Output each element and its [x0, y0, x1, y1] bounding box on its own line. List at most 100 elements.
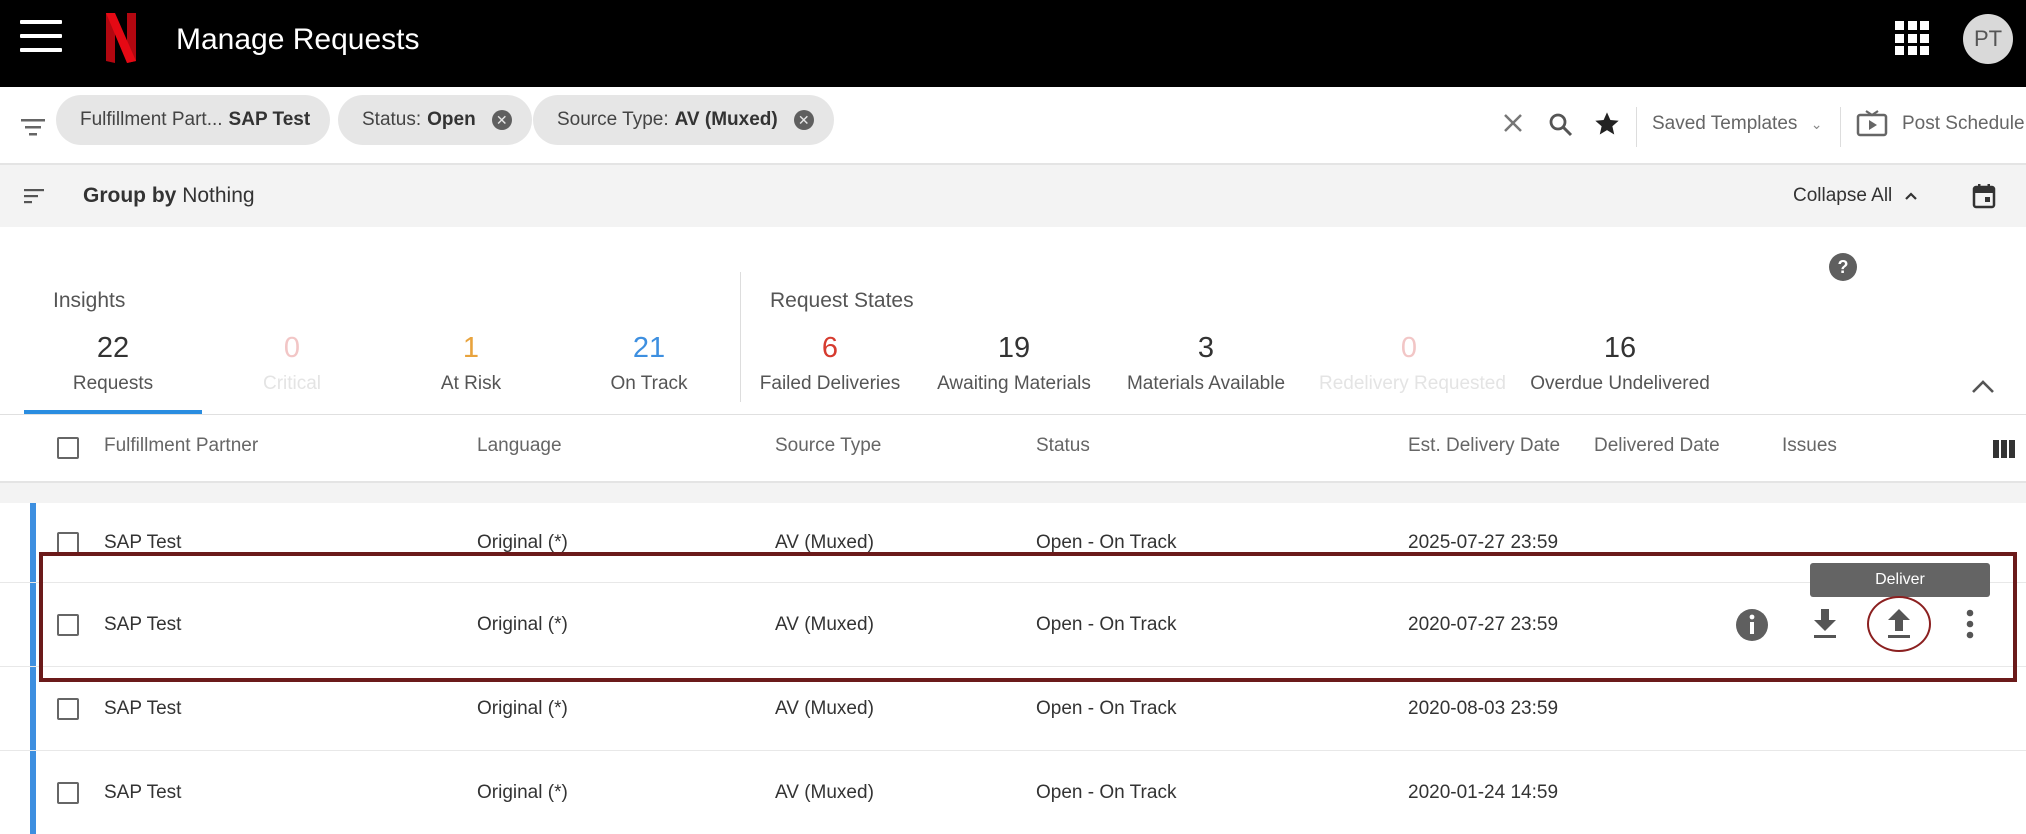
saved-templates-label: Saved Templates [1652, 113, 1798, 134]
filter-icon[interactable] [20, 117, 46, 137]
row-checkbox[interactable] [57, 532, 79, 554]
remove-chip-icon[interactable]: ✕ [491, 110, 512, 130]
cell-est-delivery-date: 2025-07-27 23:59 [1408, 532, 1559, 553]
column-header-status[interactable]: Status [1036, 435, 1090, 457]
metric-awaiting-materials[interactable]: 19 Awaiting Materials [924, 331, 1104, 395]
cell-fulfillment-partner: SAP Test [104, 532, 182, 553]
metric-label: Awaiting Materials [937, 373, 1091, 394]
table-header: Fulfillment Partner Language Source Type… [0, 415, 2026, 483]
row-checkbox[interactable] [57, 614, 79, 636]
help-icon[interactable]: ? [1829, 253, 1857, 281]
cell-est-delivery-date: 2020-01-24 14:59 [1408, 782, 1559, 803]
column-header-source-type[interactable]: Source Type [775, 435, 881, 457]
column-header-fulfillment-partner[interactable]: Fulfillment Partner [104, 435, 258, 457]
top-app-bar: Manage Requests PT [0, 0, 2026, 87]
chevron-up-icon[interactable] [1970, 377, 1996, 395]
row-checkbox[interactable] [57, 698, 79, 720]
post-schedule-button[interactable]: Post Schedule [1902, 113, 2025, 135]
cell-source-type: AV (Muxed) [775, 614, 874, 635]
column-header-issues[interactable]: Issues [1782, 435, 1837, 457]
metric-overdue-undelivered[interactable]: 16 Overdue Undelivered [1530, 331, 1710, 395]
cell-fulfillment-partner: SAP Test [104, 614, 182, 635]
tv-schedule-icon[interactable] [1856, 109, 1888, 139]
remove-chip-icon[interactable]: ✕ [793, 110, 814, 130]
collapse-all-button[interactable]: Collapse All [1793, 185, 1918, 207]
group-by-value: Nothing [182, 184, 255, 207]
chip-value: SAP Test [228, 109, 311, 130]
select-all-checkbox[interactable] [57, 437, 79, 459]
collapse-all-label: Collapse All [1793, 185, 1893, 206]
info-icon[interactable] [1735, 608, 1769, 642]
chip-value: Open [427, 109, 476, 130]
group-by-selector[interactable]: Group by Nothing [83, 184, 255, 208]
insights-title: Insights [53, 289, 126, 312]
metric-value: 0 [1400, 332, 1418, 364]
column-header-language[interactable]: Language [477, 435, 562, 457]
deliver-upload-icon[interactable] [1885, 607, 1913, 639]
cell-est-delivery-date: 2020-08-03 23:59 [1408, 698, 1559, 719]
cell-language: Original (*) [477, 532, 568, 553]
table-row[interactable]: SAP Test Original (*) AV (Muxed) Open - … [0, 583, 2026, 667]
row-checkbox[interactable] [57, 782, 79, 804]
metric-critical[interactable]: 0 Critical [202, 331, 382, 395]
svg-text:?: ? [1838, 257, 1849, 277]
cell-status: Open - On Track [1036, 698, 1177, 719]
clear-filters-icon[interactable] [1502, 112, 1524, 134]
table-row[interactable]: SAP Test Original (*) AV (Muxed) Open - … [0, 503, 2026, 583]
cell-source-type: AV (Muxed) [775, 532, 874, 553]
table-row[interactable]: SAP Test Original (*) AV (Muxed) Open - … [0, 667, 2026, 751]
insights-panel: Insights Request States 22 Requests 0 Cr… [0, 227, 2026, 415]
filter-chip-status[interactable]: Status: Open ✕ [338, 95, 532, 145]
cell-language: Original (*) [477, 614, 568, 635]
cell-language: Original (*) [477, 782, 568, 803]
metric-value: 19 [997, 332, 1031, 364]
netflix-logo[interactable] [104, 13, 138, 63]
toolbar-divider [1840, 107, 1841, 147]
metric-label: Failed Deliveries [759, 373, 901, 394]
columns-icon[interactable] [1993, 440, 2015, 458]
chevron-up-icon [1904, 192, 1917, 200]
metric-label: Overdue Undelivered [1530, 373, 1710, 394]
search-icon[interactable] [1548, 112, 1574, 138]
metric-label: Materials Available [1126, 373, 1286, 394]
column-header-delivered-date[interactable]: Delivered Date [1594, 435, 1720, 457]
metric-on-track[interactable]: 21 On Track [559, 331, 739, 395]
metric-failed-deliveries[interactable]: 6 Failed Deliveries [740, 331, 920, 395]
metric-value: 1 [462, 332, 480, 364]
filter-chip-source-type[interactable]: Source Type: AV (Muxed) ✕ [533, 95, 834, 145]
chip-key: Fulfillment Part... [80, 109, 223, 130]
metric-requests[interactable]: 22 Requests [23, 331, 203, 395]
download-icon[interactable] [1811, 607, 1839, 639]
table-body: SAP Test Original (*) AV (Muxed) Open - … [0, 503, 2026, 834]
metric-value: 16 [1603, 332, 1637, 364]
metric-at-risk[interactable]: 1 At Risk [381, 331, 561, 395]
chip-key: Source Type: [557, 109, 669, 130]
user-avatar[interactable]: PT [1963, 14, 2013, 64]
cell-fulfillment-partner: SAP Test [104, 782, 182, 803]
more-vert-icon[interactable] [1966, 609, 1974, 639]
saved-templates-dropdown[interactable]: Saved Templates ⌄ [1652, 113, 1822, 135]
group-by-label: Group by [83, 184, 177, 207]
cell-source-type: AV (Muxed) [775, 782, 874, 803]
apps-grid-icon[interactable] [1895, 21, 1929, 55]
group-by-bar: Group by Nothing Collapse All [0, 165, 2026, 227]
cell-status: Open - On Track [1036, 614, 1177, 635]
star-icon[interactable] [1593, 110, 1621, 138]
sort-icon[interactable] [24, 188, 46, 204]
metric-label: Redelivery Requested [1319, 373, 1506, 394]
request-states-title: Request States [770, 289, 914, 312]
metric-redelivery-requested[interactable]: 0 Redelivery Requested [1319, 331, 1506, 395]
table-spacer [0, 483, 2026, 503]
cell-fulfillment-partner: SAP Test [104, 698, 182, 719]
filter-chip-fulfillment-partner[interactable]: Fulfillment Part... SAP Test [56, 95, 331, 145]
chip-key: Status: [362, 109, 422, 130]
cell-status: Open - On Track [1036, 532, 1177, 553]
table-row[interactable]: SAP Test Original (*) AV (Muxed) Open - … [0, 751, 2026, 834]
metric-materials-available[interactable]: 3 Materials Available [1116, 331, 1296, 395]
column-header-est-delivery-date[interactable]: Est. Delivery Date [1408, 435, 1560, 457]
active-metric-indicator [24, 410, 202, 414]
calendar-icon[interactable] [1972, 183, 1996, 209]
metric-value: 22 [96, 332, 130, 364]
chip-value: AV (Muxed) [674, 109, 778, 130]
menu-icon[interactable] [20, 20, 62, 52]
